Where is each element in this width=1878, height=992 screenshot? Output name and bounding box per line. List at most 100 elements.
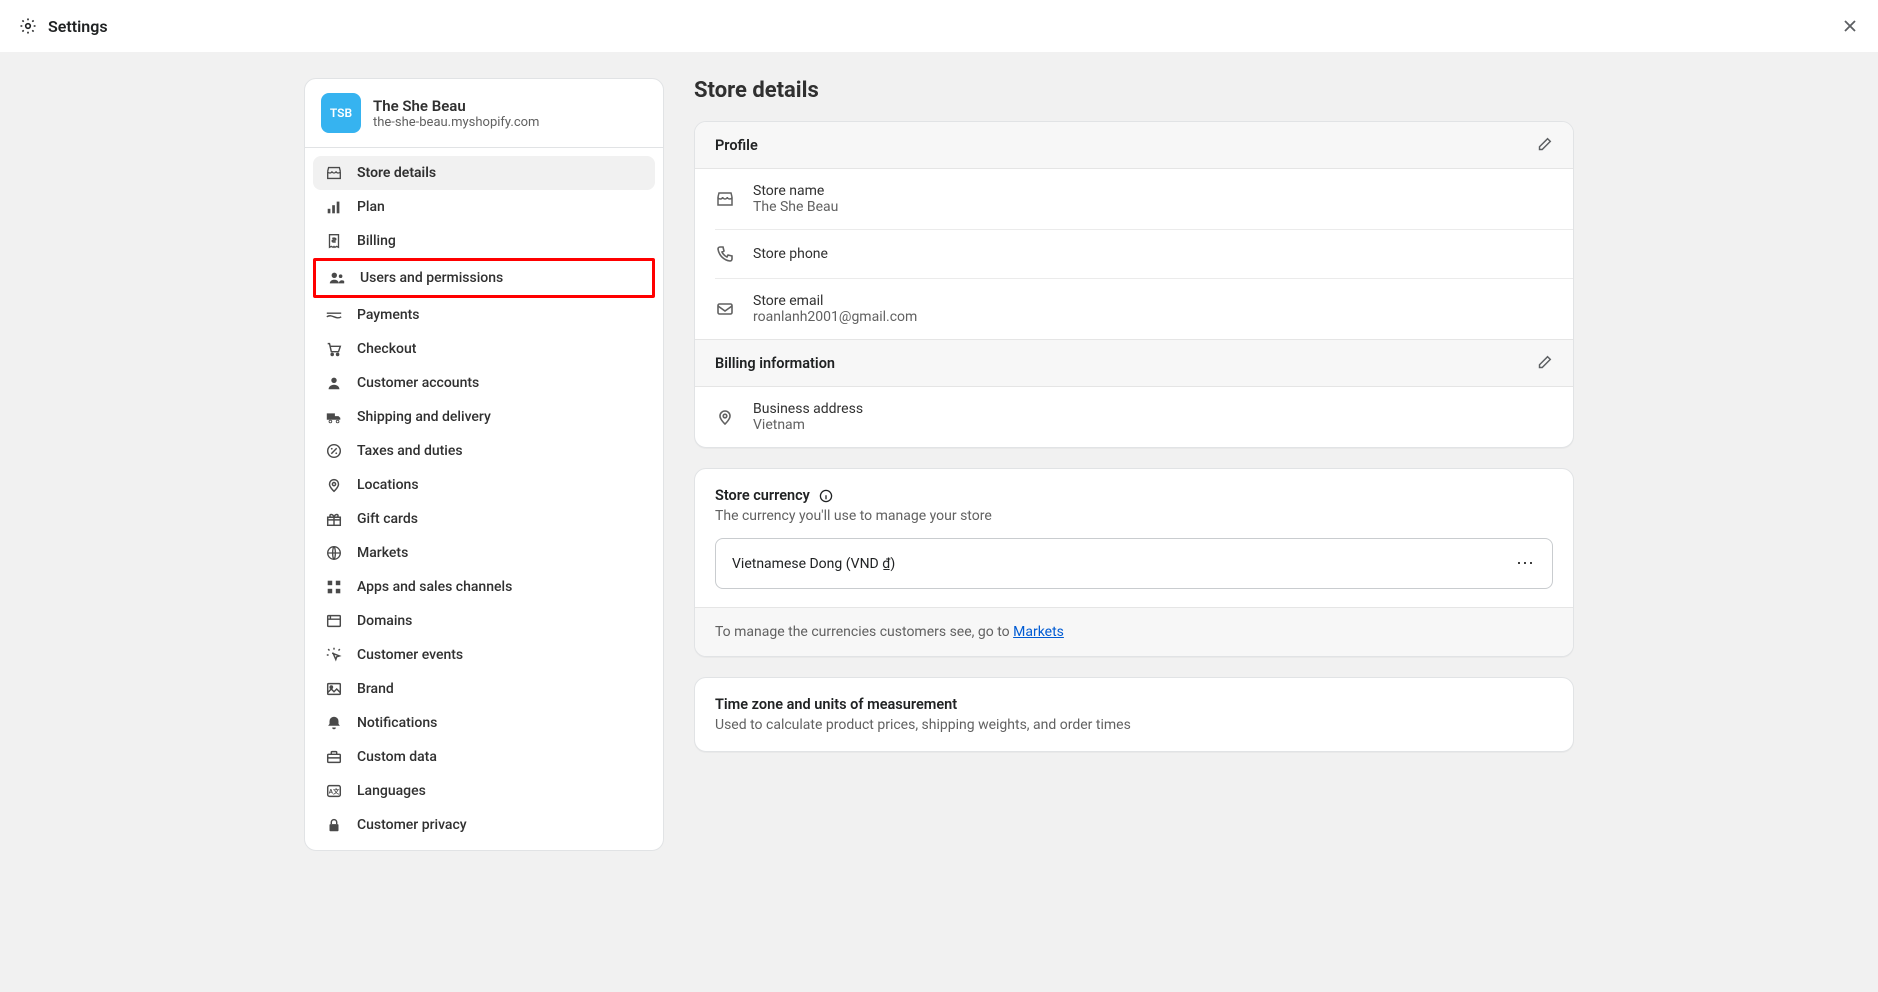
- row-label: Business address: [753, 401, 863, 417]
- nav-markets[interactable]: Markets: [313, 536, 655, 570]
- nav-label: Domains: [357, 613, 412, 629]
- nav-billing[interactable]: Billing: [313, 224, 655, 258]
- row-label: Store email: [753, 293, 917, 309]
- store-header[interactable]: TSB The She Beau the-she-beau.myshopify.…: [305, 79, 663, 148]
- lock-icon: [325, 816, 343, 834]
- nav-brand[interactable]: Brand: [313, 672, 655, 706]
- gear-icon: [18, 16, 38, 36]
- nav-apps-channels[interactable]: Apps and sales channels: [313, 570, 655, 604]
- nav-label: Taxes and duties: [357, 443, 463, 459]
- nav-label: Users and permissions: [360, 270, 503, 286]
- row-value: roanlanh2001@gmail.com: [753, 309, 917, 325]
- profile-header-title: Profile: [715, 137, 758, 154]
- nav-label: Apps and sales channels: [357, 579, 512, 595]
- close-icon[interactable]: [1840, 16, 1860, 36]
- nav-label: Checkout: [357, 341, 416, 357]
- nav-label: Customer privacy: [357, 817, 467, 833]
- nav-customer-accounts[interactable]: Customer accounts: [313, 366, 655, 400]
- nav-plan[interactable]: Plan: [313, 190, 655, 224]
- more-icon[interactable]: ⋯: [1516, 553, 1536, 574]
- profile-billing-card: Profile Store name The She Beau Store ph…: [694, 121, 1574, 448]
- currency-selector[interactable]: Vietnamese Dong (VND ₫) ⋯: [715, 538, 1553, 589]
- pin-icon: [325, 476, 343, 494]
- nav-notifications[interactable]: Notifications: [313, 706, 655, 740]
- nav-label: Gift cards: [357, 511, 418, 527]
- nav-label: Store details: [357, 165, 436, 181]
- business-address-row: Business address Vietnam: [695, 387, 1573, 447]
- nav-label: Notifications: [357, 715, 437, 731]
- nav-taxes-duties[interactable]: Taxes and duties: [313, 434, 655, 468]
- row-label: Store name: [753, 183, 838, 199]
- nav-checkout[interactable]: Checkout: [313, 332, 655, 366]
- markets-link[interactable]: Markets: [1013, 624, 1064, 640]
- nav-label: Brand: [357, 681, 394, 697]
- store-email-row: Store email roanlanh2001@gmail.com: [715, 278, 1573, 339]
- page-title: Store details: [694, 78, 1574, 103]
- store-icon: [325, 164, 343, 182]
- briefcase-icon: [325, 748, 343, 766]
- main-content: Store details Profile Store name The She…: [694, 78, 1574, 772]
- billing-header: Billing information: [695, 339, 1573, 387]
- users-icon: [328, 269, 346, 287]
- cursor-click-icon: [325, 646, 343, 664]
- nav-gift-cards[interactable]: Gift cards: [313, 502, 655, 536]
- store-phone-row: Store phone: [715, 229, 1573, 278]
- nav-shipping-delivery[interactable]: Shipping and delivery: [313, 400, 655, 434]
- nav-label: Customer events: [357, 647, 463, 663]
- store-url: the-she-beau.myshopify.com: [373, 115, 539, 130]
- nav-label: Languages: [357, 783, 426, 799]
- globe-icon: [325, 544, 343, 562]
- receipt-icon: [325, 232, 343, 250]
- nav-languages[interactable]: A文 Languages: [313, 774, 655, 808]
- domains-icon: [325, 612, 343, 630]
- store-name-row: Store name The She Beau: [695, 169, 1573, 229]
- bell-icon: [325, 714, 343, 732]
- pencil-icon[interactable]: [1535, 136, 1553, 154]
- person-icon: [325, 374, 343, 392]
- currency-footer: To manage the currencies customers see, …: [695, 607, 1573, 656]
- apps-icon: [325, 578, 343, 596]
- cart-icon: [325, 340, 343, 358]
- image-icon: [325, 680, 343, 698]
- mail-icon: [715, 299, 735, 319]
- chart-icon: [325, 198, 343, 216]
- timezone-title: Time zone and units of measurement: [715, 696, 957, 713]
- timezone-card: Time zone and units of measurement Used …: [694, 677, 1574, 752]
- info-icon[interactable]: [818, 488, 834, 504]
- nav-locations[interactable]: Locations: [313, 468, 655, 502]
- settings-nav: Store details Plan Billing Users and per…: [305, 148, 663, 850]
- store-avatar: TSB: [321, 93, 361, 133]
- row-value: Vietnam: [753, 417, 863, 433]
- nav-store-details[interactable]: Store details: [313, 156, 655, 190]
- nav-label: Markets: [357, 545, 408, 561]
- pencil-icon[interactable]: [1535, 354, 1553, 372]
- svg-text:A文: A文: [329, 787, 340, 796]
- topbar: Settings: [0, 0, 1878, 52]
- payments-icon: [325, 306, 343, 324]
- currency-desc: The currency you'll use to manage your s…: [715, 508, 1553, 524]
- nav-domains[interactable]: Domains: [313, 604, 655, 638]
- tax-icon: [325, 442, 343, 460]
- gift-icon: [325, 510, 343, 528]
- row-value: The She Beau: [753, 199, 838, 215]
- nav-payments[interactable]: Payments: [313, 298, 655, 332]
- profile-header: Profile: [695, 122, 1573, 169]
- nav-label: Plan: [357, 199, 385, 215]
- nav-label: Customer accounts: [357, 375, 479, 391]
- nav-customer-privacy[interactable]: Customer privacy: [313, 808, 655, 842]
- language-icon: A文: [325, 782, 343, 800]
- nav-label: Billing: [357, 233, 396, 249]
- nav-customer-events[interactable]: Customer events: [313, 638, 655, 672]
- pin-icon: [715, 407, 735, 427]
- currency-title: Store currency: [715, 487, 834, 504]
- nav-users-permissions[interactable]: Users and permissions: [313, 258, 655, 298]
- nav-custom-data[interactable]: Custom data: [313, 740, 655, 774]
- nav-label: Custom data: [357, 749, 437, 765]
- nav-label: Payments: [357, 307, 420, 323]
- settings-sidebar: TSB The She Beau the-she-beau.myshopify.…: [304, 78, 664, 851]
- billing-header-title: Billing information: [715, 355, 835, 372]
- currency-card: Store currency The currency you'll use t…: [694, 468, 1574, 657]
- store-name: The She Beau: [373, 97, 539, 115]
- phone-icon: [715, 244, 735, 264]
- nav-label: Locations: [357, 477, 419, 493]
